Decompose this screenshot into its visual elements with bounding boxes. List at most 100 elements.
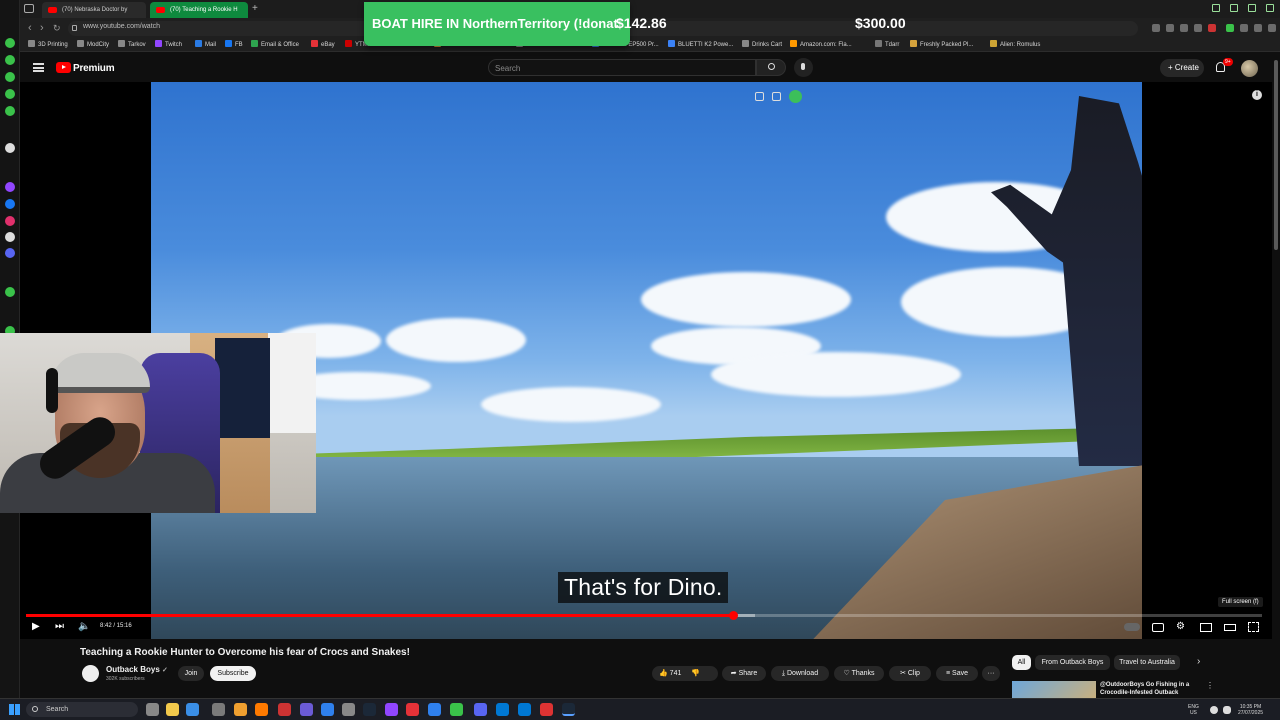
more-actions-icon[interactable]: ··· (982, 666, 1000, 681)
close-icon[interactable] (1266, 4, 1274, 12)
bookmark-item[interactable]: Alien: Romulus (990, 40, 1040, 50)
thumbs-up-icon[interactable]: 👍 (659, 670, 668, 677)
instagram-icon[interactable] (5, 216, 15, 226)
taskbar-app-icon[interactable] (406, 703, 419, 716)
share-out-icon[interactable] (772, 92, 781, 101)
sidebar-app-icon[interactable] (5, 287, 15, 297)
maximize-icon[interactable] (1248, 4, 1256, 12)
taskbar-app-icon[interactable] (450, 703, 463, 716)
forward-icon[interactable]: › (40, 22, 44, 34)
taskbar-search[interactable]: Search (26, 702, 138, 717)
next-icon[interactable]: ⏭ (55, 621, 64, 633)
theater-mode-icon[interactable] (1224, 624, 1236, 631)
discord-icon[interactable] (5, 248, 15, 258)
bookmark-item[interactable]: Tarkov (118, 40, 146, 50)
bookmark-item[interactable]: Amazon.com: Fla... (790, 40, 852, 50)
subscribe-button[interactable]: Subscribe (210, 666, 256, 681)
taskbar-app-icon[interactable] (212, 703, 225, 716)
extension-icon[interactable] (1240, 24, 1248, 32)
channel-name[interactable]: Outback Boys ✓ (106, 665, 168, 674)
menu-icon[interactable] (1268, 24, 1276, 32)
bookmark-item[interactable]: 3D Printing (28, 40, 68, 50)
windows-start-icon[interactable] (9, 704, 20, 715)
volume-icon[interactable] (1223, 706, 1231, 714)
chevron-right-icon[interactable]: › (1197, 656, 1200, 667)
download-icon[interactable] (1254, 24, 1262, 32)
discord-icon[interactable] (474, 703, 487, 716)
scrollbar-thumb[interactable] (1274, 60, 1278, 250)
extension-badge-icon[interactable] (789, 90, 802, 103)
twitch-icon[interactable] (5, 182, 15, 192)
download-button[interactable]: ⤓ Download (771, 666, 829, 681)
bookmark-item[interactable]: Freshly Packed Pl... (910, 40, 973, 50)
outlook-icon[interactable] (496, 703, 509, 716)
file-explorer-icon[interactable] (166, 703, 179, 716)
task-view-icon[interactable] (146, 703, 159, 716)
progress-bar[interactable] (26, 611, 1262, 620)
taskbar-app-icon[interactable] (300, 703, 313, 716)
tray-clock[interactable]: 10:35 PM 27/07/2025 (1238, 704, 1263, 716)
site-info-icon[interactable] (72, 25, 77, 31)
steam-icon[interactable] (363, 703, 376, 716)
taskbar-app-icon[interactable] (342, 703, 355, 716)
bookmark-item[interactable]: FB (225, 40, 243, 50)
taskbar-app-icon[interactable] (186, 703, 199, 716)
sidebar-app-icon[interactable] (5, 55, 15, 65)
browser-tab[interactable]: (70) Nebraska Doctor by (42, 2, 146, 18)
copy-icon[interactable] (755, 92, 764, 101)
search-tabs-icon[interactable] (1212, 4, 1220, 12)
chip-travel[interactable]: Travel to Australia (1114, 655, 1180, 670)
recommendation-menu-icon[interactable]: ⋮ (1206, 681, 1214, 690)
sidebar-app-icon[interactable] (5, 106, 15, 116)
tab-overview-icon[interactable] (24, 4, 34, 13)
tray-language[interactable]: ENG US (1188, 704, 1199, 716)
fullscreen-icon[interactable] (1248, 622, 1259, 632)
favorite-icon[interactable] (1208, 24, 1216, 32)
bookmark-item[interactable]: Twitch (155, 40, 182, 50)
twitch-icon[interactable] (385, 703, 398, 716)
bookmark-item[interactable]: ModCity (77, 40, 109, 50)
thumbs-down-icon[interactable]: 👎 (691, 670, 700, 677)
recommendation-title[interactable]: @OutdoorBoys Go Fishing in a Crocodile-I… (1100, 681, 1200, 697)
taskbar-app-icon[interactable] (321, 703, 334, 716)
search-button[interactable] (756, 59, 786, 76)
wifi-icon[interactable] (1210, 706, 1218, 714)
taskbar-app-icon[interactable] (540, 703, 553, 716)
chip-from-channel[interactable]: From Outback Boys (1035, 655, 1110, 670)
share-button[interactable]: ➦ Share (722, 666, 766, 681)
info-icon[interactable]: i (1252, 90, 1262, 100)
extension-icon[interactable] (1226, 24, 1234, 32)
scrubber-handle[interactable] (728, 611, 738, 620)
extension-icon[interactable] (1152, 24, 1160, 32)
extension-icon[interactable] (1166, 24, 1174, 32)
refresh-icon[interactable] (5, 38, 15, 48)
youtube-premium-logo[interactable]: Premium (73, 63, 115, 74)
new-tab-icon[interactable]: + (252, 3, 258, 14)
settings-gear-icon[interactable]: ⚙ (1176, 621, 1185, 633)
vlc-icon[interactable] (234, 703, 247, 716)
search-input[interactable] (495, 62, 735, 74)
bookmark-item[interactable]: eBay (311, 40, 335, 50)
x-icon[interactable] (5, 232, 15, 242)
extension-icon[interactable] (1180, 24, 1188, 32)
sidebar-app-icon[interactable] (5, 143, 15, 153)
voice-search-button[interactable] (794, 58, 813, 77)
sidebar-app-icon[interactable] (5, 89, 15, 99)
back-icon[interactable]: ‹ (28, 22, 32, 34)
autoplay-toggle[interactable] (1124, 623, 1140, 631)
bookmark-item[interactable]: Mail (195, 40, 216, 50)
bookmark-item[interactable]: Drinks Cart (742, 40, 782, 50)
youtube-logo-icon[interactable] (56, 62, 71, 73)
save-button[interactable]: ≡ Save (936, 666, 978, 681)
miniplayer-icon[interactable] (1200, 623, 1212, 632)
reload-icon[interactable]: ↻ (53, 22, 61, 34)
clip-button[interactable]: ✂ Clip (889, 666, 931, 681)
taskbar-app-icon[interactable] (428, 703, 441, 716)
firefox-icon[interactable] (255, 703, 268, 716)
minimize-icon[interactable] (1230, 4, 1238, 12)
channel-avatar[interactable] (82, 665, 99, 682)
captions-icon[interactable] (1152, 623, 1164, 632)
thanks-button[interactable]: ♡ Thanks (834, 666, 884, 681)
bookmark-item[interactable]: Email & Office (251, 40, 299, 50)
taskbar-app-icon[interactable] (518, 703, 531, 716)
